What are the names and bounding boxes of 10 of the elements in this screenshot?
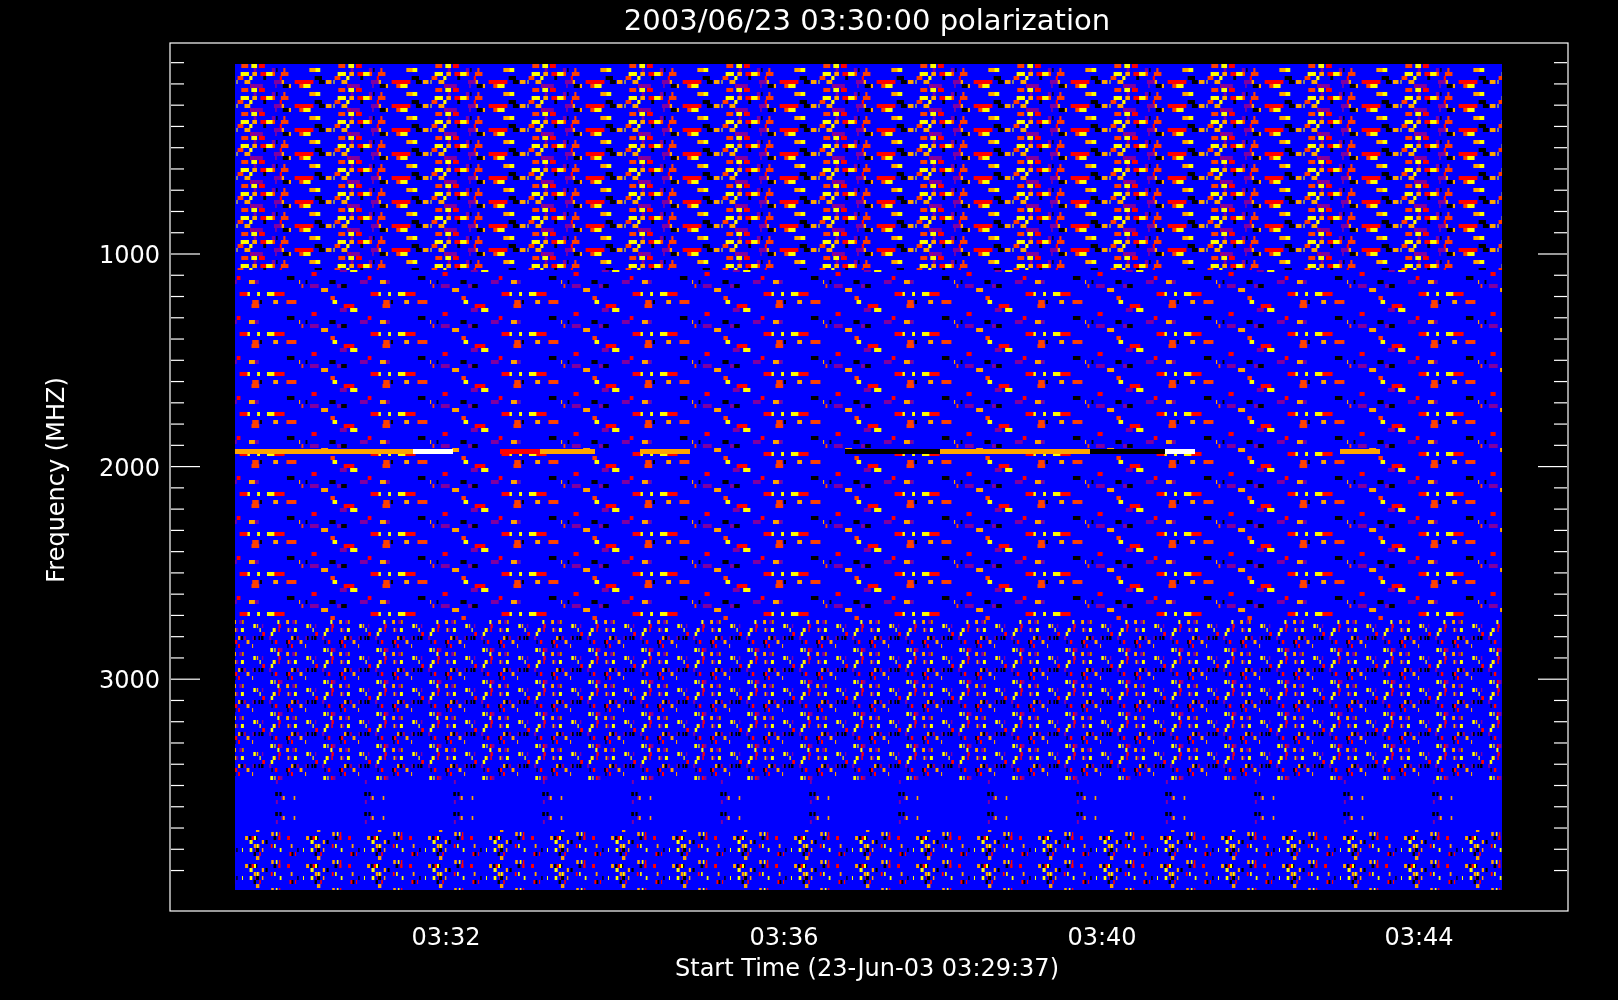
plot-title: 2003/06/23 03:30:00 polarization: [623, 3, 1111, 37]
y-axis-label: Frequency (MHZ): [42, 377, 70, 583]
x-axis-label: Start Time (23-Jun-03 03:29:37): [675, 954, 1059, 982]
y-tick-label: 1000: [98, 241, 160, 269]
x-tick-label: 03:40: [1067, 923, 1137, 951]
x-tick-label: 03:32: [411, 923, 481, 951]
y-tick-label: 2000: [98, 453, 160, 482]
x-tick-label: 03:36: [749, 923, 819, 951]
x-tick-label: 03:44: [1384, 923, 1454, 951]
y-tick-label: 3000: [98, 666, 160, 695]
